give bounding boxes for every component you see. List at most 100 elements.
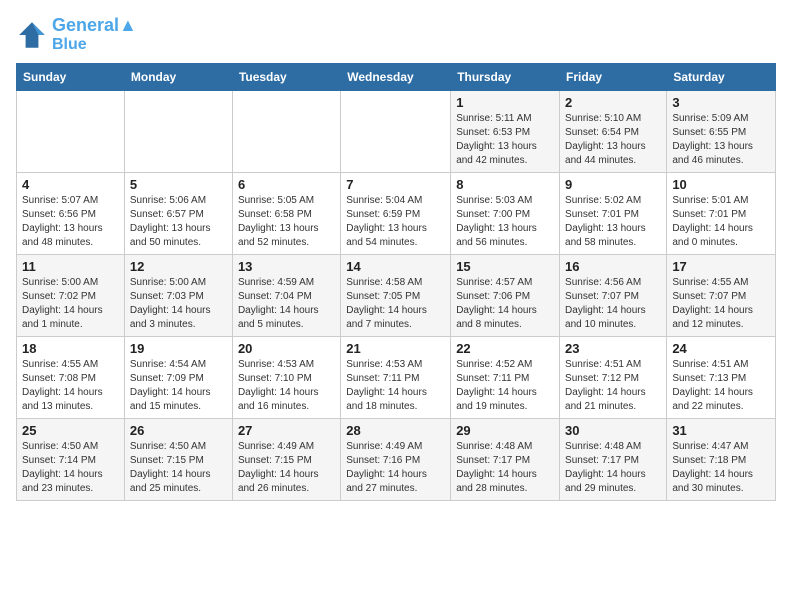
- day-info: Sunrise: 4:49 AMSunset: 7:15 PMDaylight:…: [238, 440, 335, 496]
- day-info: Sunrise: 5:01 AMSunset: 7:01 PMDaylight:…: [672, 194, 770, 250]
- calendar-table: SundayMondayTuesdayWednesdayThursdayFrid…: [16, 63, 776, 501]
- day-cell: 9 Sunrise: 5:02 AMSunset: 7:01 PMDaylight…: [560, 173, 667, 255]
- day-number: 12: [130, 259, 227, 274]
- day-info: Sunrise: 5:05 AMSunset: 6:58 PMDaylight:…: [238, 194, 335, 250]
- day-cell: [124, 91, 232, 173]
- day-number: 2: [565, 95, 661, 110]
- day-cell: 11Sunrise: 5:00 AMSunset: 7:02 PMDayligh…: [17, 255, 125, 337]
- day-cell: 27 Sunrise: 4:49 AMSunset: 7:15 PMDayligh…: [232, 419, 340, 501]
- header-cell-monday: Monday: [124, 64, 232, 91]
- day-cell: 25 Sunrise: 4:50 AMSunset: 7:14 PMDayligh…: [17, 419, 125, 501]
- day-number: 23: [565, 341, 661, 356]
- week-row-5: 25 Sunrise: 4:50 AMSunset: 7:14 PMDayligh…: [17, 419, 776, 501]
- day-cell: [232, 91, 340, 173]
- header-cell-sunday: Sunday: [17, 64, 125, 91]
- day-number: 19: [130, 341, 227, 356]
- day-cell: 18Sunrise: 4:55 AMSunset: 7:08 PMDayligh…: [17, 337, 125, 419]
- day-info: Sunrise: 5:10 AMSunset: 6:54 PMDaylight:…: [565, 112, 661, 168]
- day-number: 27: [238, 423, 335, 438]
- day-number: 9: [565, 177, 661, 192]
- header-cell-saturday: Saturday: [667, 64, 776, 91]
- day-number: 31: [672, 423, 770, 438]
- day-info: Sunrise: 4:53 AMSunset: 7:10 PMDaylight:…: [238, 358, 335, 414]
- header-cell-wednesday: Wednesday: [341, 64, 451, 91]
- header-cell-thursday: Thursday: [451, 64, 560, 91]
- logo-icon: [16, 19, 48, 51]
- day-cell: 2 Sunrise: 5:10 AMSunset: 6:54 PMDaylight…: [560, 91, 667, 173]
- day-cell: 12 Sunrise: 5:00 AMSunset: 7:03 PMDayligh…: [124, 255, 232, 337]
- logo-text: General▲ Blue: [52, 16, 137, 53]
- day-info: Sunrise: 4:57 AMSunset: 7:06 PMDaylight:…: [456, 276, 554, 332]
- day-cell: 6 Sunrise: 5:05 AMSunset: 6:58 PMDaylight…: [232, 173, 340, 255]
- day-number: 10: [672, 177, 770, 192]
- day-cell: 3 Sunrise: 5:09 AMSunset: 6:55 PMDaylight…: [667, 91, 776, 173]
- day-cell: [341, 91, 451, 173]
- day-cell: 14 Sunrise: 4:58 AMSunset: 7:05 PMDayligh…: [341, 255, 451, 337]
- day-cell: 8 Sunrise: 5:03 AMSunset: 7:00 PMDaylight…: [451, 173, 560, 255]
- day-info: Sunrise: 5:03 AMSunset: 7:00 PMDaylight:…: [456, 194, 554, 250]
- day-info: Sunrise: 5:11 AMSunset: 6:53 PMDaylight:…: [456, 112, 554, 168]
- week-row-4: 18Sunrise: 4:55 AMSunset: 7:08 PMDayligh…: [17, 337, 776, 419]
- day-number: 1: [456, 95, 554, 110]
- day-number: 20: [238, 341, 335, 356]
- week-row-3: 11Sunrise: 5:00 AMSunset: 7:02 PMDayligh…: [17, 255, 776, 337]
- day-cell: 4Sunrise: 5:07 AMSunset: 6:56 PMDaylight…: [17, 173, 125, 255]
- day-info: Sunrise: 5:00 AMSunset: 7:02 PMDaylight:…: [22, 276, 119, 332]
- day-info: Sunrise: 4:50 AMSunset: 7:14 PMDaylight:…: [22, 440, 119, 496]
- day-cell: 20 Sunrise: 4:53 AMSunset: 7:10 PMDayligh…: [232, 337, 340, 419]
- day-number: 26: [130, 423, 227, 438]
- day-cell: 23 Sunrise: 4:51 AMSunset: 7:12 PMDayligh…: [560, 337, 667, 419]
- day-info: Sunrise: 5:07 AMSunset: 6:56 PMDaylight:…: [22, 194, 119, 250]
- day-info: Sunrise: 4:53 AMSunset: 7:11 PMDaylight:…: [346, 358, 445, 414]
- day-info: Sunrise: 4:52 AMSunset: 7:11 PMDaylight:…: [456, 358, 554, 414]
- day-number: 6: [238, 177, 335, 192]
- day-cell: 10 Sunrise: 5:01 AMSunset: 7:01 PMDayligh…: [667, 173, 776, 255]
- day-number: 3: [672, 95, 770, 110]
- day-info: Sunrise: 4:47 AMSunset: 7:18 PMDaylight:…: [672, 440, 770, 496]
- day-number: 15: [456, 259, 554, 274]
- day-info: Sunrise: 4:59 AMSunset: 7:04 PMDaylight:…: [238, 276, 335, 332]
- day-cell: 24Sunrise: 4:51 AMSunset: 7:13 PMDayligh…: [667, 337, 776, 419]
- page-header: General▲ Blue: [16, 16, 776, 53]
- day-info: Sunrise: 4:58 AMSunset: 7:05 PMDaylight:…: [346, 276, 445, 332]
- week-row-1: 1 Sunrise: 5:11 AMSunset: 6:53 PMDaylight…: [17, 91, 776, 173]
- logo: General▲ Blue: [16, 16, 137, 53]
- day-info: Sunrise: 4:51 AMSunset: 7:12 PMDaylight:…: [565, 358, 661, 414]
- day-cell: 21Sunrise: 4:53 AMSunset: 7:11 PMDayligh…: [341, 337, 451, 419]
- day-number: 5: [130, 177, 227, 192]
- day-cell: 16Sunrise: 4:56 AMSunset: 7:07 PMDayligh…: [560, 255, 667, 337]
- day-info: Sunrise: 4:49 AMSunset: 7:16 PMDaylight:…: [346, 440, 445, 496]
- day-info: Sunrise: 5:04 AMSunset: 6:59 PMDaylight:…: [346, 194, 445, 250]
- day-number: 29: [456, 423, 554, 438]
- header-cell-tuesday: Tuesday: [232, 64, 340, 91]
- day-cell: 5 Sunrise: 5:06 AMSunset: 6:57 PMDaylight…: [124, 173, 232, 255]
- day-info: Sunrise: 5:02 AMSunset: 7:01 PMDaylight:…: [565, 194, 661, 250]
- day-cell: 19 Sunrise: 4:54 AMSunset: 7:09 PMDayligh…: [124, 337, 232, 419]
- day-info: Sunrise: 4:51 AMSunset: 7:13 PMDaylight:…: [672, 358, 770, 414]
- day-cell: 7 Sunrise: 5:04 AMSunset: 6:59 PMDaylight…: [341, 173, 451, 255]
- day-info: Sunrise: 4:55 AMSunset: 7:07 PMDaylight:…: [672, 276, 770, 332]
- day-number: 18: [22, 341, 119, 356]
- day-number: 17: [672, 259, 770, 274]
- day-number: 13: [238, 259, 335, 274]
- day-number: 22: [456, 341, 554, 356]
- header-cell-friday: Friday: [560, 64, 667, 91]
- day-number: 8: [456, 177, 554, 192]
- day-info: Sunrise: 5:00 AMSunset: 7:03 PMDaylight:…: [130, 276, 227, 332]
- day-number: 25: [22, 423, 119, 438]
- day-info: Sunrise: 4:54 AMSunset: 7:09 PMDaylight:…: [130, 358, 227, 414]
- day-cell: 26 Sunrise: 4:50 AMSunset: 7:15 PMDayligh…: [124, 419, 232, 501]
- day-number: 14: [346, 259, 445, 274]
- day-info: Sunrise: 4:50 AMSunset: 7:15 PMDaylight:…: [130, 440, 227, 496]
- day-cell: 1 Sunrise: 5:11 AMSunset: 6:53 PMDaylight…: [451, 91, 560, 173]
- day-cell: 29Sunrise: 4:48 AMSunset: 7:17 PMDayligh…: [451, 419, 560, 501]
- day-info: Sunrise: 5:06 AMSunset: 6:57 PMDaylight:…: [130, 194, 227, 250]
- day-cell: 15 Sunrise: 4:57 AMSunset: 7:06 PMDayligh…: [451, 255, 560, 337]
- day-info: Sunrise: 4:48 AMSunset: 7:17 PMDaylight:…: [565, 440, 661, 496]
- logo-line1: General: [52, 15, 119, 35]
- logo-line2: Blue: [52, 36, 137, 54]
- day-number: 7: [346, 177, 445, 192]
- day-info: Sunrise: 5:09 AMSunset: 6:55 PMDaylight:…: [672, 112, 770, 168]
- logo-blue: ▲: [119, 15, 137, 35]
- day-cell: 13 Sunrise: 4:59 AMSunset: 7:04 PMDayligh…: [232, 255, 340, 337]
